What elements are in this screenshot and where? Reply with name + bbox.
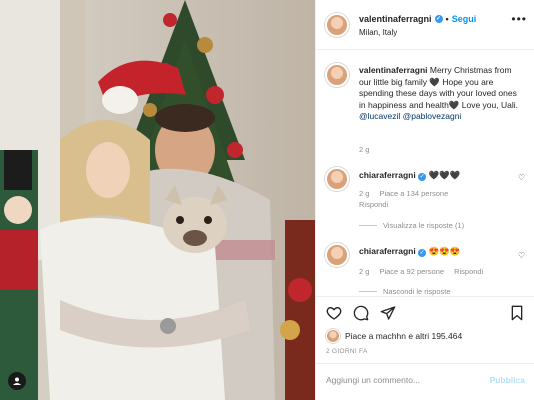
view-replies-label: Visualizza le risposte (1)	[383, 221, 465, 230]
post-side-panel: valentinaferragni ✓ • Segui Milan, Italy…	[315, 0, 534, 400]
verified-badge-icon: ✓	[418, 173, 427, 181]
avatar[interactable]	[325, 63, 349, 87]
comment-time: 2 g	[359, 267, 370, 276]
comment-text: 🖤🖤🖤	[428, 170, 461, 180]
tag-user-icon[interactable]	[8, 372, 26, 390]
comment-text: 😍😍😍	[428, 246, 461, 256]
avatar[interactable]	[325, 243, 349, 267]
share-icon[interactable]	[380, 305, 396, 321]
post-header: valentinaferragni ✓ • Segui Milan, Italy…	[316, 0, 534, 50]
replies-line	[359, 225, 377, 226]
comment-time: 2 g	[359, 189, 370, 198]
comment-like-icon[interactable]: ♡	[518, 251, 525, 260]
likes-summary[interactable]: Piace a machhn e altri 195.464	[326, 329, 462, 343]
post-actions: Piace a machhn e altri 195.464 2 GIORNI …	[316, 296, 534, 400]
hide-replies-button[interactable]: Nascondi le risposte	[359, 287, 451, 296]
comment-username[interactable]: valentinaferragni	[359, 65, 428, 75]
post-date: 2 GIORNI FA	[326, 348, 368, 355]
comment-mentions[interactable]: @lucavezil @pablovezagni	[359, 111, 461, 121]
heart-icon[interactable]	[326, 305, 342, 321]
post-location[interactable]: Milan, Italy	[359, 28, 397, 37]
header-username[interactable]: valentinaferragni	[359, 14, 432, 24]
verified-badge-icon: ✓	[418, 249, 427, 257]
avatar	[326, 329, 340, 343]
comment-time: 2 g	[359, 145, 370, 154]
add-comment-bar: Aggiungi un commento... Pubblica	[316, 363, 534, 400]
more-options-button[interactable]: •••	[511, 12, 527, 26]
comment-username[interactable]: chiaraferragni	[359, 170, 416, 180]
post-image	[0, 0, 315, 400]
comment-like-icon[interactable]: ♡	[518, 173, 525, 182]
follow-button[interactable]: Segui	[452, 14, 477, 24]
avatar[interactable]	[325, 167, 349, 191]
view-replies-button[interactable]: Visualizza le risposte (1)	[359, 221, 464, 230]
comment-likes[interactable]: Piace a 92 persone	[379, 267, 444, 276]
avatar[interactable]	[325, 13, 349, 37]
comment-input[interactable]: Aggiungi un commento...	[326, 375, 420, 385]
comment-username[interactable]: chiaraferragni	[359, 246, 416, 256]
comment-likes[interactable]: Piace a 134 persone	[379, 189, 448, 198]
reply-button[interactable]: Rispondi	[359, 200, 388, 209]
comment-icon[interactable]	[353, 305, 369, 321]
bookmark-icon[interactable]	[509, 305, 525, 321]
post-photo[interactable]	[0, 0, 315, 400]
separator-dot: •	[445, 14, 449, 24]
publish-button[interactable]: Pubblica	[490, 375, 525, 385]
replies-line	[359, 291, 377, 292]
reply-button[interactable]: Rispondi	[454, 267, 483, 276]
comments-list[interactable]: valentinaferragni Merry Christmas from o…	[316, 51, 534, 296]
verified-badge-icon: ✓	[434, 15, 443, 23]
hide-replies-label: Nascondi le risposte	[383, 287, 451, 296]
likes-text: Piace a machhn e altri 195.464	[345, 331, 463, 341]
